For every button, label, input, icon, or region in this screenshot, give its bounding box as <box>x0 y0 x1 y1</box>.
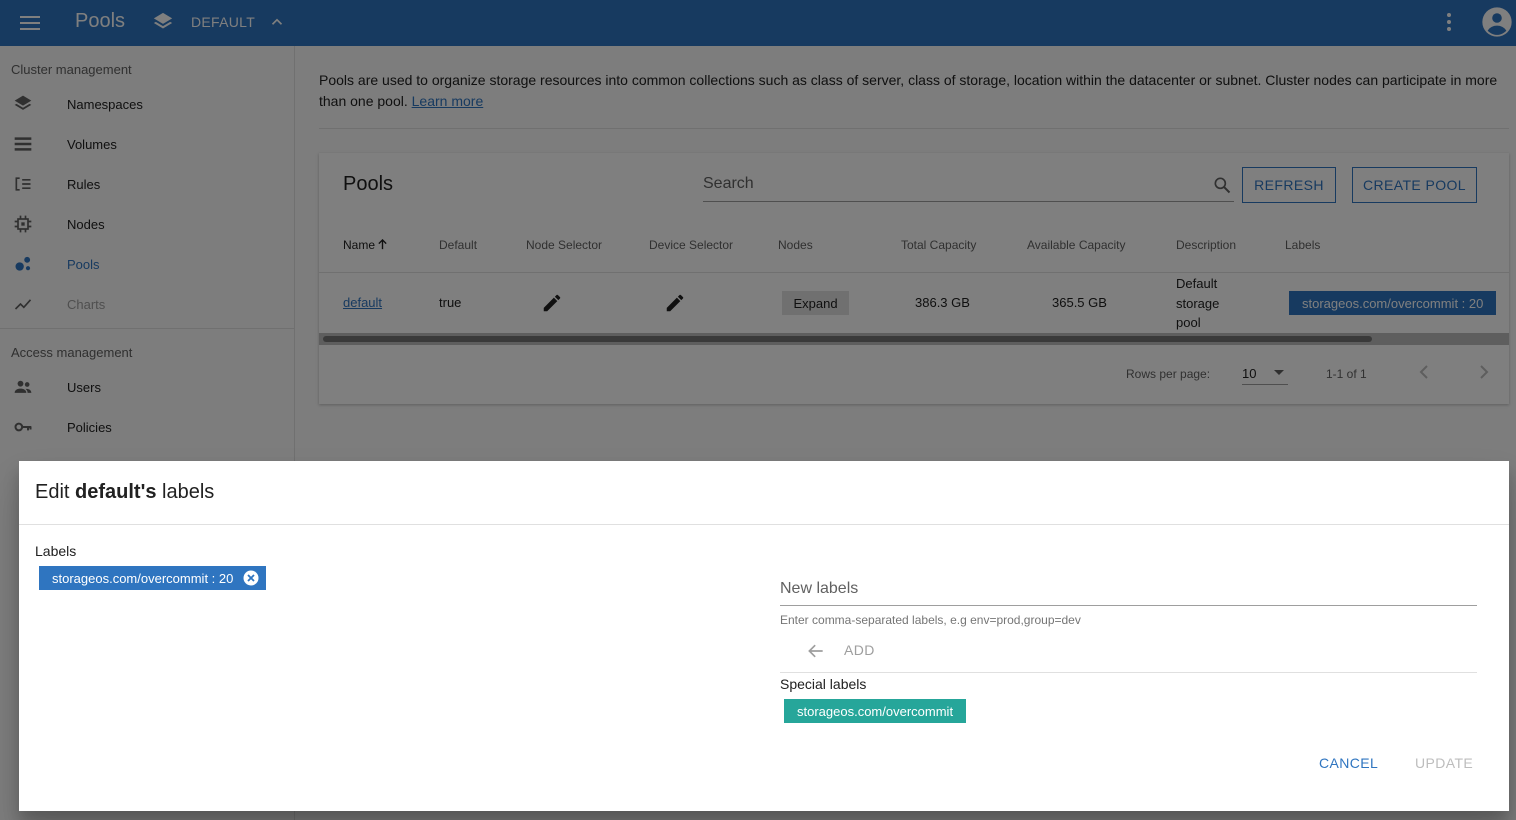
special-labels-heading: Special labels <box>780 676 867 692</box>
arrow-left-icon[interactable] <box>806 641 826 666</box>
dialog-title-pool: default's <box>75 481 157 503</box>
special-label-chip[interactable]: storageos.com/overcommit <box>784 699 967 723</box>
new-labels-input[interactable] <box>780 575 1470 603</box>
labels-heading: Labels <box>35 543 77 559</box>
dialog-divider <box>19 524 1509 525</box>
add-label-row: ADD <box>780 633 1477 673</box>
current-label-text: storageos.com/overcommit : 20 <box>52 570 234 586</box>
remove-label-icon[interactable] <box>242 569 260 587</box>
dialog-title-suffix: labels <box>156 481 215 503</box>
edit-labels-dialog: Edit default's labels Labels storageos.c… <box>19 461 1509 811</box>
cancel-button[interactable]: CANCEL <box>1319 755 1378 771</box>
new-labels-field <box>780 575 1477 606</box>
update-button[interactable]: UPDATE <box>1415 755 1473 771</box>
current-label-chip: storageos.com/overcommit : 20 <box>39 566 267 590</box>
dialog-title: Edit default's labels <box>35 481 214 504</box>
new-labels-helper-text: Enter comma-separated labels, e.g env=pr… <box>780 613 1081 627</box>
add-label-button[interactable]: ADD <box>844 642 875 658</box>
dialog-title-prefix: Edit <box>35 481 76 503</box>
